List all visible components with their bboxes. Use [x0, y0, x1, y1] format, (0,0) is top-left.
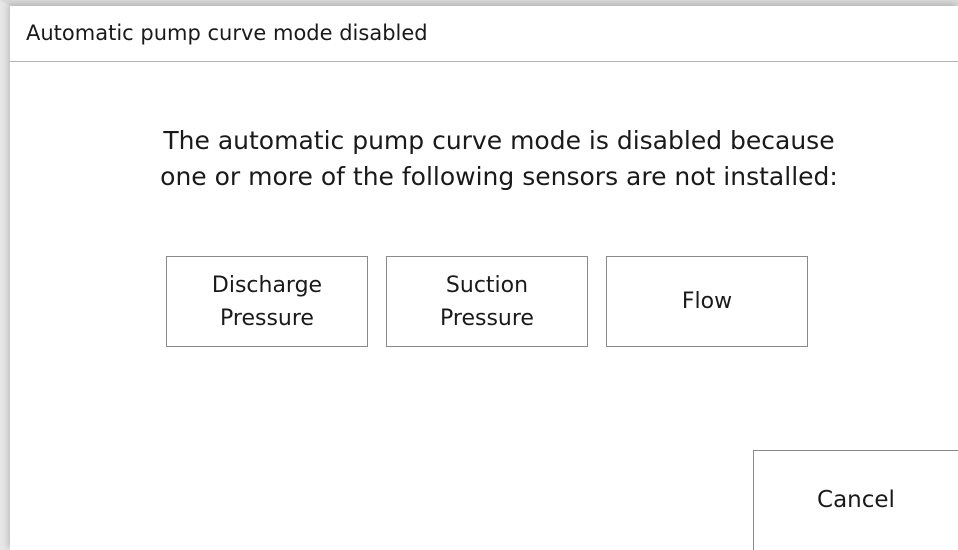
sensor-label-line-2: Pressure	[220, 305, 314, 331]
dialog-title: Automatic pump curve mode disabled	[26, 21, 428, 45]
pump-curve-disabled-dialog: Automatic pump curve mode disabled The a…	[10, 6, 958, 550]
sensor-flow: Flow	[606, 256, 808, 347]
cancel-button[interactable]: Cancel	[753, 450, 958, 550]
sensor-discharge-pressure: Discharge Pressure	[166, 256, 368, 347]
sensor-label-line-2: Pressure	[440, 305, 534, 331]
cancel-button-label: Cancel	[817, 486, 895, 513]
sensor-suction-pressure: Suction Pressure	[386, 256, 588, 347]
dialog-message-line-2: one or more of the following sensors are…	[160, 162, 838, 191]
sensor-label: Flow	[681, 289, 733, 314]
dialog-message-line-1: The automatic pump curve mode is disable…	[163, 126, 835, 155]
dialog-message: The automatic pump curve mode is disable…	[10, 123, 958, 195]
sensor-label-line-1: Suction	[445, 272, 529, 298]
dialog-titlebar: Automatic pump curve mode disabled	[10, 6, 958, 62]
sensor-label-line-1: Discharge	[211, 272, 323, 298]
